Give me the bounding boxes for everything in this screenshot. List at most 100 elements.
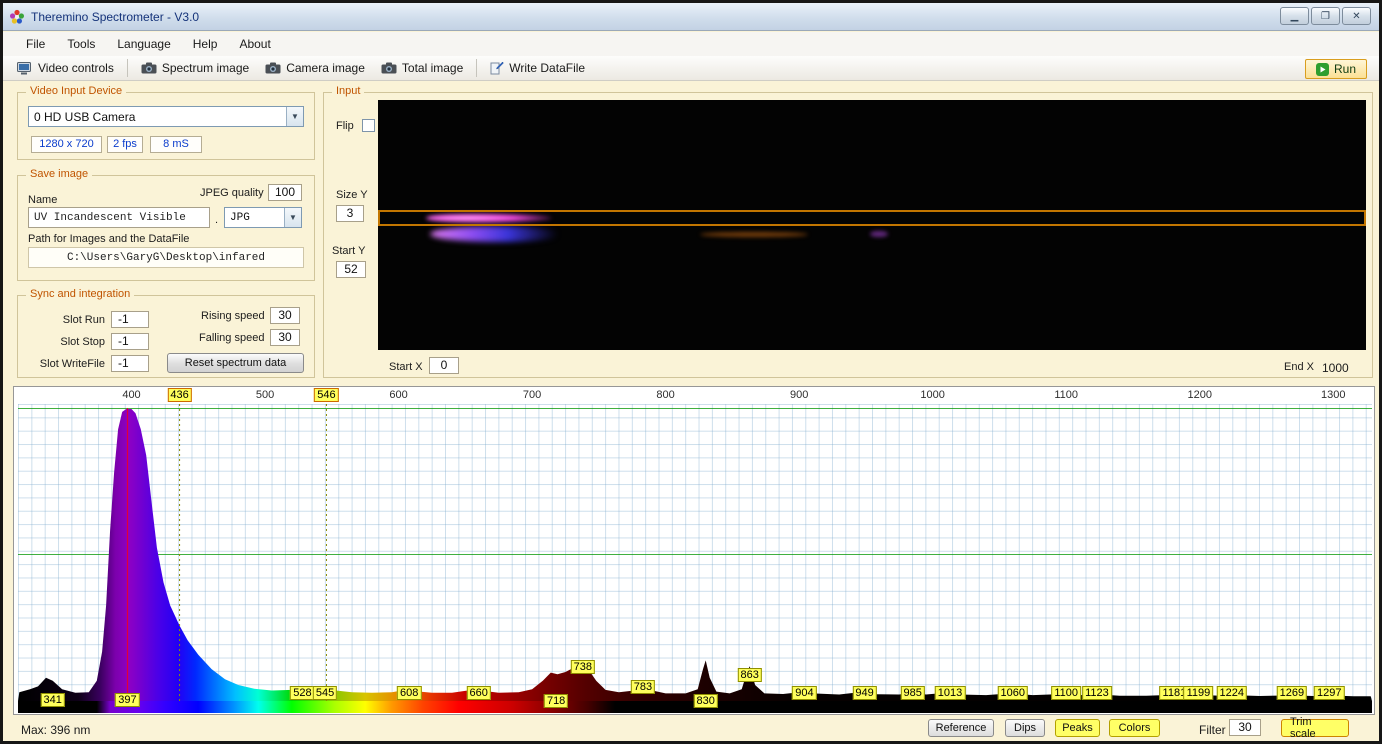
peak-label: 1100 — [1051, 686, 1082, 700]
peak-label: 1269 — [1276, 686, 1308, 700]
extension-separator: . — [215, 214, 219, 226]
toolbar-label: Write DataFile — [509, 61, 586, 75]
menu-about[interactable]: About — [228, 33, 281, 55]
path-field[interactable]: C:\Users\GaryG\Desktop\infared — [28, 247, 304, 268]
scanline-selection-band[interactable] — [378, 210, 1366, 226]
menu-language[interactable]: Language — [106, 33, 181, 55]
spectrum-chart: 400 500 600 700 800 900 1000 1100 1200 1300 436 546… — [13, 386, 1375, 715]
image-name-field[interactable]: UV Incandescent Visible — [28, 207, 210, 228]
app-window: Theremino Spectrometer - V3.0 ▁ ❐ ✕ File… — [0, 0, 1382, 744]
peak-label: 1224 — [1216, 686, 1248, 700]
spectral-streak-orange — [700, 232, 808, 237]
camera-preview — [378, 100, 1366, 350]
chevron-down-icon[interactable]: ▼ — [286, 107, 303, 126]
slot-writefile-label: Slot WriteFile — [39, 358, 105, 370]
start-x-field[interactable]: 0 — [429, 357, 459, 374]
slot-stop-label: Slot Stop — [60, 336, 105, 348]
save-image-group-label: Save image — [26, 168, 93, 180]
peak-label: 608 — [397, 686, 422, 700]
size-y-field[interactable]: 3 — [336, 205, 364, 222]
colors-button[interactable]: Colors — [1109, 719, 1160, 737]
flip-checkbox[interactable] — [362, 119, 375, 132]
toolbar-label: Video controls — [38, 61, 114, 75]
slot-run-field[interactable]: -1 — [111, 311, 149, 328]
menu-help[interactable]: Help — [182, 33, 229, 55]
falling-speed-label: Falling speed — [199, 332, 265, 344]
axis-tick: 1100 — [1054, 389, 1079, 401]
axis-tick: 900 — [789, 389, 809, 401]
spectrum-curve — [18, 404, 1372, 701]
peak-label: 718 — [543, 694, 569, 708]
end-x-value: 1000 — [1322, 361, 1349, 375]
toolbar-spectrum-image[interactable]: Spectrum image — [135, 59, 255, 77]
calibration-tick[interactable]: 546 — [314, 388, 339, 402]
rising-speed-label: Rising speed — [201, 310, 265, 322]
menu-tools[interactable]: Tools — [56, 33, 106, 55]
reference-button[interactable]: Reference — [928, 719, 994, 737]
peak-label: 1199 — [1183, 686, 1214, 700]
slot-writefile-field[interactable]: -1 — [111, 355, 149, 372]
run-label: Run — [1333, 62, 1356, 76]
minimize-button[interactable]: ▁ — [1280, 7, 1309, 25]
fps-badge: 2 fps — [107, 136, 143, 153]
falling-speed-field[interactable]: 30 — [270, 329, 300, 346]
peak-label: 949 — [852, 686, 877, 700]
peak-label: 863 — [737, 668, 762, 682]
toolbar-camera-image[interactable]: Camera image — [259, 59, 371, 77]
input-group: Input Flip Size Y 3 Start Y 52 Start X 0… — [323, 85, 1373, 378]
wavelength-axis: 400 500 600 700 800 900 1000 1100 1200 1300 436 546 — [18, 387, 1372, 403]
dips-button[interactable]: Dips — [1005, 719, 1045, 737]
camera-icon — [141, 62, 157, 74]
sync-group-label: Sync and integration — [26, 288, 135, 300]
format-dropdown[interactable]: JPG ▼ — [224, 207, 302, 228]
camera-icon — [265, 62, 281, 74]
video-input-group: Video Input Device 0 HD USB Camera ▼ 128… — [17, 85, 315, 160]
toolbar-separator — [476, 59, 478, 77]
spectral-streak-lower — [430, 226, 565, 242]
run-button[interactable]: Run — [1304, 59, 1367, 79]
calibration-tick[interactable]: 436 — [167, 388, 192, 402]
video-device-value: 0 HD USB Camera — [34, 109, 136, 124]
toolbar-label: Camera image — [286, 61, 365, 75]
peaks-button[interactable]: Peaks — [1055, 719, 1100, 737]
start-y-field[interactable]: 52 — [336, 261, 366, 278]
toolbar-label: Total image — [401, 61, 464, 75]
chevron-down-icon[interactable]: ▼ — [284, 208, 301, 227]
toolbar-separator — [126, 59, 128, 77]
title-bar: Theremino Spectrometer - V3.0 ▁ ❐ ✕ — [3, 3, 1379, 31]
video-device-dropdown[interactable]: 0 HD USB Camera ▼ — [28, 106, 304, 127]
spectrum-plot: 341 397 528 545 608 660 718 738 783 830 863 904 949 9… — [18, 404, 1372, 708]
toolbar-total-image[interactable]: Total image — [375, 59, 469, 77]
maximize-button[interactable]: ❐ — [1311, 7, 1340, 25]
peak-label: 783 — [630, 680, 656, 694]
menu-file[interactable]: File — [15, 33, 56, 55]
peak-label: 1013 — [934, 686, 966, 700]
toolbar: Video controls Spectrum image Camera ima… — [3, 56, 1379, 81]
max-wavelength-label: Max: 396 nm — [21, 723, 91, 737]
peak-label: 397 — [115, 693, 140, 707]
latency-badge: 8 mS — [150, 136, 202, 153]
peak-label: 341 — [40, 693, 65, 707]
peak-label: 1123 — [1082, 686, 1112, 700]
jpeg-quality-label: JPEG quality — [200, 187, 264, 199]
toolbar-video-controls[interactable]: Video controls — [11, 59, 120, 77]
reset-spectrum-button[interactable]: Reset spectrum data — [167, 353, 304, 373]
filter-field[interactable]: 30 — [1229, 719, 1261, 736]
filter-label: Filter — [1199, 723, 1226, 737]
spectral-dot-purple — [870, 231, 888, 237]
rising-speed-field[interactable]: 30 — [270, 307, 300, 324]
axis-tick: 500 — [255, 389, 275, 401]
axis-tick: 800 — [656, 389, 675, 401]
toolbar-write-datafile[interactable]: Write DataFile — [484, 59, 591, 77]
axis-tick: 1300 — [1321, 389, 1346, 401]
slot-run-label: Slot Run — [62, 314, 105, 326]
axis-tick: 1000 — [920, 389, 945, 401]
close-button[interactable]: ✕ — [1342, 7, 1371, 25]
slot-stop-field[interactable]: -1 — [111, 333, 149, 350]
trim-scale-button[interactable]: Trim scale — [1281, 716, 1349, 740]
window-title: Theremino Spectrometer - V3.0 — [31, 9, 200, 24]
run-play-icon — [1315, 62, 1329, 76]
size-y-label: Size Y — [336, 189, 368, 201]
menu-bar: File Tools Language Help About — [3, 32, 1379, 56]
jpeg-quality-field[interactable]: 100 — [268, 184, 302, 201]
